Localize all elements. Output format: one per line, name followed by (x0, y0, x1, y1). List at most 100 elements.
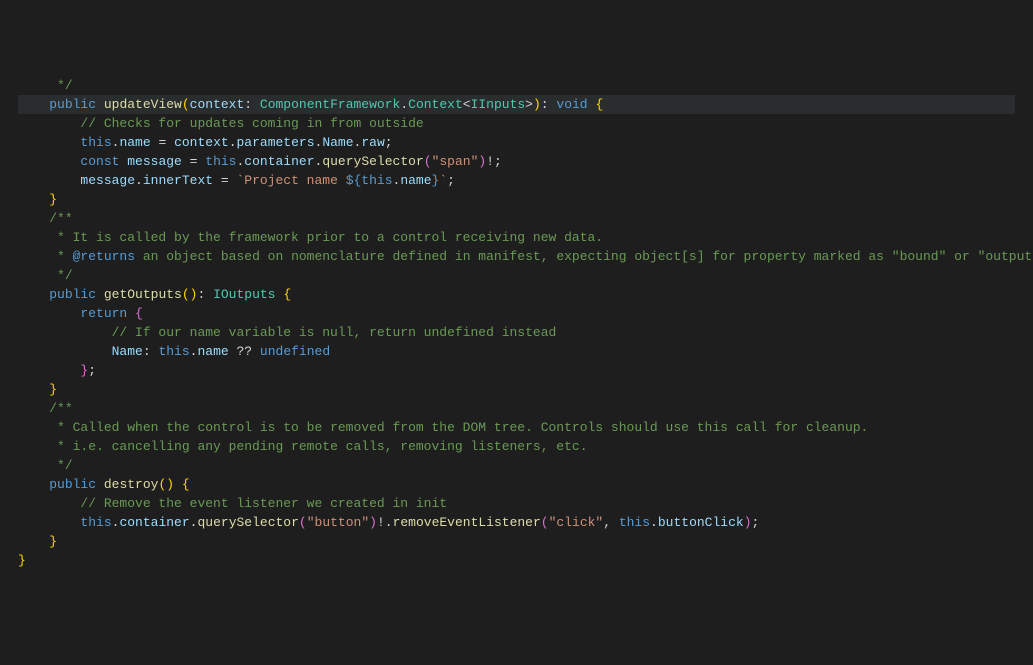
code-token: "button" (307, 515, 369, 530)
code-token: ) (744, 515, 752, 530)
code-token (96, 97, 104, 112)
code-token: name (400, 173, 431, 188)
code-token: } (49, 192, 57, 207)
code-token: /** (49, 401, 72, 416)
code-token: */ (57, 78, 73, 93)
code-line[interactable]: } (18, 190, 1015, 209)
code-token: , (603, 515, 619, 530)
code-token: : (541, 97, 557, 112)
code-token: querySelector (322, 154, 423, 169)
code-token: { (595, 97, 603, 112)
code-token: const (80, 154, 119, 169)
code-token: public (49, 97, 96, 112)
code-token: ComponentFramework (260, 97, 400, 112)
code-token (174, 477, 182, 492)
code-token: ; (88, 363, 96, 378)
code-token: this (205, 154, 236, 169)
code-token: ( (299, 515, 307, 530)
code-token: this (158, 344, 189, 359)
code-token: // Checks for updates coming in from out… (80, 116, 423, 131)
code-token: destroy (104, 477, 159, 492)
code-token: context (190, 97, 245, 112)
code-line[interactable]: return { (18, 304, 1015, 323)
code-token: !; (486, 154, 502, 169)
code-token: message (80, 173, 135, 188)
code-token: Name (322, 135, 353, 150)
code-token: updateView (104, 97, 182, 112)
code-token: getOutputs (104, 287, 182, 302)
code-token: . (229, 135, 237, 150)
code-token: () (158, 477, 174, 492)
code-line[interactable]: this.name = context.parameters.Name.raw; (18, 133, 1015, 152)
code-line[interactable]: * i.e. cancelling any pending remote cal… (18, 437, 1015, 456)
code-token: ` (439, 173, 447, 188)
code-token: ) (533, 97, 541, 112)
code-token: : (197, 287, 213, 302)
code-token: this (619, 515, 650, 530)
code-token: this (361, 173, 392, 188)
code-token: { (283, 287, 291, 302)
code-token: @returns (73, 249, 135, 264)
code-token: parameters (237, 135, 315, 150)
code-token (96, 477, 104, 492)
code-line[interactable]: * It is called by the framework prior to… (18, 228, 1015, 247)
code-token: "span" (432, 154, 479, 169)
code-line[interactable]: message.innerText = `Project name ${this… (18, 171, 1015, 190)
code-line[interactable]: // Checks for updates coming in from out… (18, 114, 1015, 133)
code-token: removeEventListener (393, 515, 541, 530)
code-token: : (143, 344, 159, 359)
code-token: this (80, 135, 111, 150)
code-line[interactable]: * Called when the control is to be remov… (18, 418, 1015, 437)
code-token: } (18, 553, 26, 568)
code-line[interactable]: this.container.querySelector("button")!.… (18, 513, 1015, 532)
code-token: : (244, 97, 260, 112)
code-token: public (49, 287, 96, 302)
code-token: = (182, 154, 205, 169)
code-token: message (127, 154, 182, 169)
code-line[interactable]: /** (18, 209, 1015, 228)
code-line[interactable]: const message = this.container.querySele… (18, 152, 1015, 171)
code-token: "click" (549, 515, 604, 530)
code-token: = (213, 173, 236, 188)
code-token: name (119, 135, 150, 150)
code-line[interactable]: public destroy() { (18, 475, 1015, 494)
code-editor[interactable]: */ public updateView(context: ComponentF… (0, 76, 1033, 570)
code-token: raw (361, 135, 384, 150)
code-line[interactable]: public getOutputs(): IOutputs { (18, 285, 1015, 304)
code-token: void (556, 97, 587, 112)
code-token: ( (541, 515, 549, 530)
code-token: < (463, 97, 471, 112)
code-line[interactable]: * @returns an object based on nomenclatu… (18, 247, 1015, 266)
code-token: IInputs (471, 97, 526, 112)
code-token: * It is called by the framework prior to… (49, 230, 603, 245)
code-line[interactable]: Name: this.name ?? undefined (18, 342, 1015, 361)
code-token: */ (49, 458, 72, 473)
code-line[interactable]: /** (18, 399, 1015, 418)
code-token: { (182, 477, 190, 492)
code-token: ; (385, 135, 393, 150)
code-token: } (49, 382, 57, 397)
code-token: undefined (260, 344, 330, 359)
code-line[interactable]: // If our name variable is null, return … (18, 323, 1015, 342)
code-line[interactable]: }; (18, 361, 1015, 380)
code-token: > (525, 97, 533, 112)
code-line[interactable]: // Remove the event listener we created … (18, 494, 1015, 513)
code-token: . (135, 173, 143, 188)
code-token (49, 78, 57, 93)
code-token: * i.e. cancelling any pending remote cal… (49, 439, 587, 454)
code-token: * Called when the control is to be remov… (49, 420, 868, 435)
code-line[interactable]: public updateView(context: ComponentFram… (18, 95, 1015, 114)
code-token: an object based on nomenclature defined … (135, 249, 1033, 264)
code-line[interactable]: */ (18, 456, 1015, 475)
code-line[interactable]: } (18, 380, 1015, 399)
code-token: = (151, 135, 174, 150)
code-token: IOutputs (213, 287, 275, 302)
code-token: ${ (346, 173, 362, 188)
code-token: * (49, 249, 72, 264)
code-token: } (49, 534, 57, 549)
code-token: { (135, 306, 143, 321)
code-line[interactable]: */ (18, 76, 1015, 95)
code-token: Context (408, 97, 463, 112)
code-line[interactable]: } (18, 551, 1015, 570)
code-line[interactable]: */ (18, 266, 1015, 285)
